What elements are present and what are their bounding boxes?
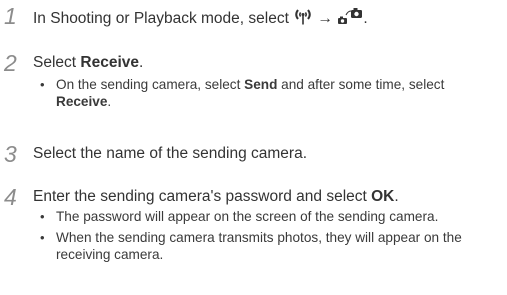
step-number: 3 [4, 141, 17, 167]
instruction-page: 1 In Shooting or Playback mode, select →… [0, 0, 507, 295]
step-text: Select Receive. [33, 53, 143, 72]
period: . [363, 10, 368, 27]
bullet-text: and after some time, select [277, 77, 445, 92]
step-1-text: In Shooting or Playback mode, select [33, 10, 289, 27]
ok-label: OK [371, 188, 395, 205]
bullet-text: On the sending camera, select [56, 77, 245, 92]
wireless-icon [293, 6, 313, 31]
step-2-text: Select [33, 54, 81, 71]
step-text: In Shooting or Playback mode, select → . [33, 6, 368, 31]
bullet-item: • The password will appear on the screen … [40, 209, 439, 224]
bullet-item: • On the sending camera, select Send and … [40, 77, 445, 109]
step-4-text: Enter the sending camera's password and … [33, 188, 372, 205]
step-text: Enter the sending camera's password and … [33, 187, 399, 206]
bullet-text: The password will appear on the screen o… [56, 209, 439, 224]
period: . [394, 188, 399, 205]
period: . [107, 94, 112, 109]
bullet-text: When the sending camera transmits photos… [56, 230, 462, 262]
step-number: 1 [4, 3, 17, 29]
receive-label: Receive [80, 54, 139, 71]
send-label: Send [244, 77, 278, 92]
camera-share-icon [337, 6, 363, 31]
step-number: 4 [4, 184, 17, 210]
step-number: 2 [4, 50, 17, 76]
period: . [139, 54, 144, 71]
bullet-item: • When the sending camera transmits photo… [40, 230, 462, 262]
step-2-bullets: • On the sending camera, select Send and … [38, 76, 500, 114]
step-4-bullets: • The password will appear on the screen … [38, 208, 500, 267]
receive-label: Receive [56, 94, 108, 109]
arrow-glyph: → [317, 10, 334, 27]
step-text: Select the name of the sending camera. [33, 145, 307, 162]
